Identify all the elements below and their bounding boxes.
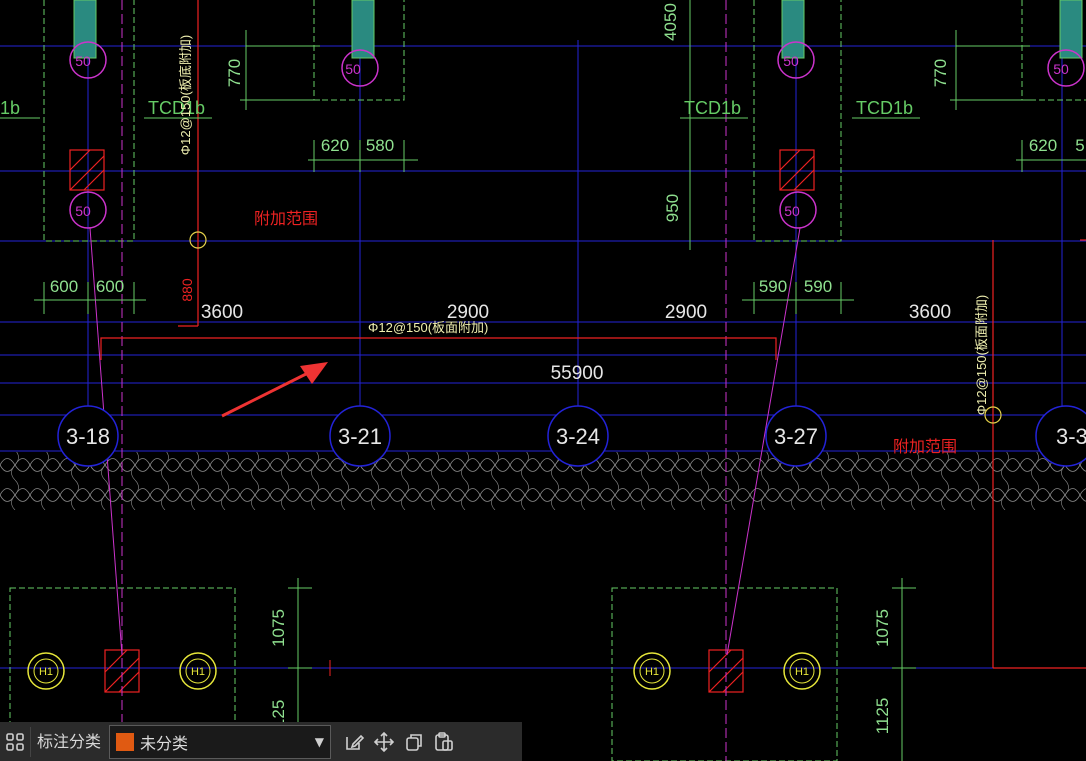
grid-view-icon[interactable] (0, 727, 30, 757)
category-color-swatch (116, 732, 135, 751)
total-dimension[interactable]: 55900 (551, 363, 604, 384)
dim-text[interactable]: 620 (321, 136, 349, 155)
pile-tag: 50 (75, 203, 91, 219)
tcd-label[interactable]: TCD1b (856, 98, 913, 118)
hatched-pile-caps (69, 149, 815, 693)
dim-text-vertical[interactable]: 4050 (661, 3, 680, 41)
copy-icon[interactable] (399, 727, 429, 757)
extra-range-label[interactable]: 附加范围 (254, 210, 318, 228)
pile-tag: 50 (784, 203, 800, 219)
dim-text[interactable]: 590 (804, 277, 832, 296)
edit-icon[interactable] (339, 727, 369, 757)
axis-label-3-24[interactable]: 3-24 (556, 424, 600, 449)
annotation-toolbar: 标注分类 未分类 ▼ (0, 722, 522, 761)
dim-text[interactable]: 580 (366, 136, 394, 155)
dim-text-vertical[interactable]: 1125 (873, 698, 892, 735)
pile-tag: 50 (1053, 61, 1069, 77)
dim-text-vertical[interactable]: 770 (931, 59, 950, 87)
magenta-center-lines (121, 0, 727, 761)
tcd-label[interactable]: 1b (0, 98, 20, 118)
rebar-annotation[interactable]: Φ12@150(板底附加) (178, 35, 193, 155)
pile-tag: 50 (783, 53, 799, 69)
svg-text:H1: H1 (795, 666, 809, 678)
tcd-label[interactable]: TCD1b (148, 98, 205, 118)
pile-tag: 50 (345, 61, 361, 77)
svg-text:H1: H1 (645, 666, 659, 678)
dim-text[interactable]: 600 (50, 277, 78, 296)
axis-label-3-21[interactable]: 3-21 (338, 424, 382, 449)
rebar-annotation[interactable]: Φ12@150(板面附加) (974, 295, 989, 415)
bay-dimension[interactable]: 3600 (909, 302, 951, 323)
arrow-annotation (221, 362, 328, 418)
magenta-links (89, 227, 801, 656)
cad-drawing-canvas[interactable]: 50 50 50 50 50 50 H1 H1 H1 H1 3-18 3-21 … (0, 0, 1086, 761)
paste-icon[interactable] (429, 727, 459, 757)
dim-text-vertical[interactable]: 770 (225, 59, 244, 87)
move-icon[interactable] (369, 727, 399, 757)
small-piles (27, 652, 821, 690)
axis-label-3-30[interactable]: 3-30 (1056, 424, 1086, 449)
dim-text[interactable]: 590 (759, 277, 787, 296)
svg-text:H1: H1 (191, 666, 205, 678)
extra-range-label[interactable]: 附加范围 (893, 438, 957, 456)
rebar-length-text[interactable]: 880 (179, 278, 195, 302)
annotation-category-label: 标注分类 (30, 726, 109, 757)
dim-text-vertical[interactable]: 1075 (873, 609, 892, 647)
soil-hatch-band (0, 452, 1086, 510)
bay-dimension[interactable]: 2900 (665, 302, 707, 323)
category-value: 未分类 (140, 733, 189, 753)
category-select[interactable]: 未分类 ▼ (109, 724, 332, 759)
dim-text[interactable]: 5 (1075, 136, 1084, 155)
chevron-down-icon[interactable]: ▼ (315, 735, 330, 749)
dim-text[interactable]: 600 (96, 277, 124, 296)
dim-text-vertical[interactable]: 950 (663, 194, 682, 222)
dim-text-vertical[interactable]: 1075 (269, 609, 288, 647)
dim-text[interactable]: 620 (1029, 136, 1057, 155)
axis-label-3-27[interactable]: 3-27 (774, 424, 818, 449)
pile-tag: 50 (75, 53, 91, 69)
bay-dimension[interactable]: 3600 (201, 302, 243, 323)
horizontal-axis-lines (0, 45, 1086, 669)
axis-label-3-18[interactable]: 3-18 (66, 424, 110, 449)
svg-text:H1: H1 (39, 666, 53, 678)
tcd-label[interactable]: TCD1b (684, 98, 741, 118)
rebar-annotation[interactable]: Φ12@150(板面附加) (368, 320, 488, 335)
